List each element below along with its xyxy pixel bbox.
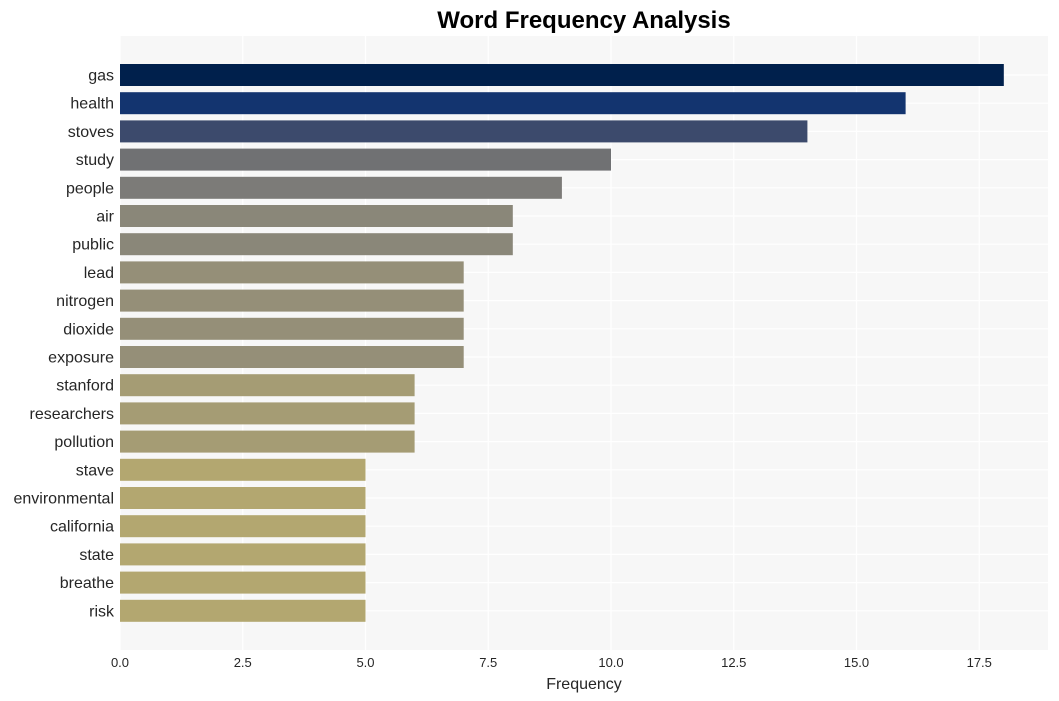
x-tick-label: 10.0 [598,655,623,670]
x-tick-label: 2.5 [234,655,252,670]
y-tick-label: gas [88,68,114,85]
y-tick-label: stoves [68,124,114,141]
bar-breathe [120,571,366,594]
bar-stoves [120,120,808,143]
x-tick-label: 15.0 [844,655,869,670]
x-tick-label: 5.0 [356,655,374,670]
bar-nitrogen [120,289,464,312]
y-tick-label: nitrogen [56,293,114,310]
y-tick-label: dioxide [63,321,114,338]
y-tick-label: lead [84,265,114,282]
bar-environmental [120,487,366,509]
x-tick-label: 0.0 [111,655,129,670]
y-tick-label: breathe [60,575,114,592]
x-tick-label: 17.5 [967,655,992,670]
bar-stave [120,458,366,481]
bar-exposure [120,346,464,368]
x-axis-label: Frequency [546,676,622,693]
y-tick-label: risk [89,603,115,620]
y-tick-label: public [72,237,114,254]
x-tick-label: 12.5 [721,655,746,670]
y-axis-labels: gas health stoves study people air public lead n… [14,68,115,621]
bar-risk [120,599,366,622]
bar-stanford [120,374,415,397]
bar-health [120,92,906,115]
y-tick-label: health [70,96,114,113]
y-tick-label: california [50,519,114,536]
y-tick-label: state [79,547,114,564]
bar-public [120,233,513,256]
x-axis-ticks: 0.0 2.5 5.0 7.5 10.0 12.5 15.0 17.5 [111,655,992,670]
x-tick-label: 7.5 [479,655,497,670]
y-tick-label: stanford [56,378,114,395]
y-tick-label: people [66,180,114,197]
bar-state [120,543,366,566]
bar-study [120,148,612,171]
bar-pollution [120,430,415,453]
y-tick-label: stave [76,462,114,479]
chart-title: Word Frequency Analysis [437,7,730,34]
y-tick-label: air [96,209,114,226]
bar-lead [120,261,464,284]
bar-people [120,176,562,199]
y-tick-label: pollution [54,434,114,451]
y-tick-label: study [76,152,114,169]
y-tick-label: exposure [48,350,114,367]
bar-california [120,515,366,538]
word-frequency-chart: gas health stoves study people air public lead n… [14,7,1048,693]
y-tick-label: researchers [30,406,114,423]
y-tick-label: environmental [14,491,115,508]
bar-air [120,205,513,227]
bar-dioxide [120,317,464,340]
bar-gas [120,64,1004,86]
bar-researchers [120,402,415,425]
